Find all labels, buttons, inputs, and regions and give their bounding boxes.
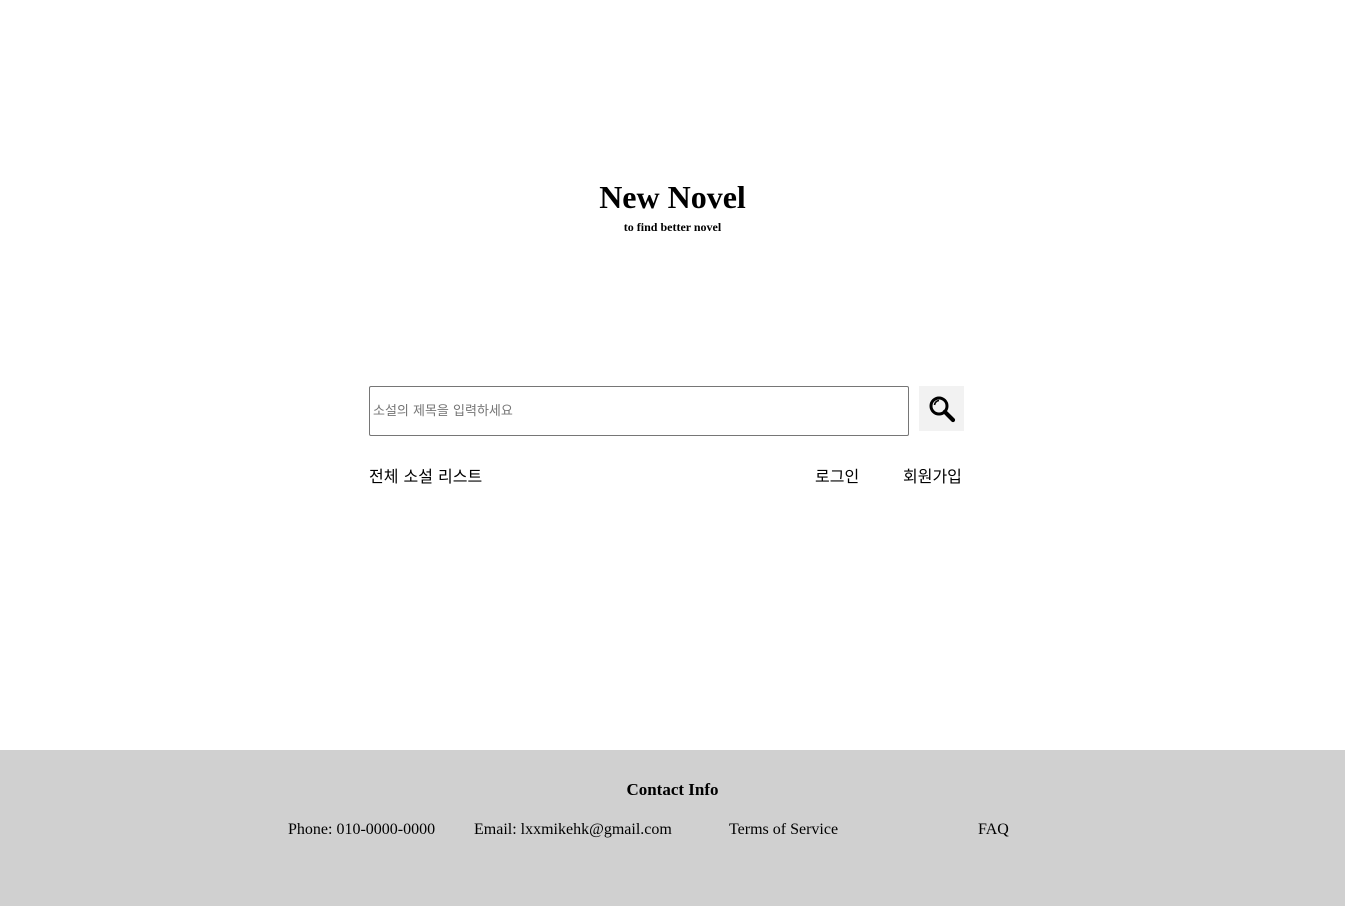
login-link[interactable]: 로그인 — [815, 465, 859, 489]
nav-links: 전체 소설 리스트 로그인 회원가입 — [369, 465, 969, 489]
page: New Novel to find better novel 전체 소설 리스트… — [0, 0, 1345, 906]
search-button[interactable] — [919, 386, 964, 431]
header: New Novel to find better novel — [0, 176, 1345, 234]
faq-link[interactable]: FAQ — [978, 821, 1009, 839]
all-novels-link[interactable]: 전체 소설 리스트 — [369, 465, 482, 489]
site-title: New Novel — [599, 179, 746, 215]
search-icon — [928, 395, 956, 423]
footer-phone: Phone: 010-0000-0000 — [288, 821, 436, 838]
search-input[interactable] — [369, 386, 909, 436]
terms-of-service-link[interactable]: Terms of Service — [729, 821, 838, 839]
footer-email: Email: lxxmikehk@gmail.com — [474, 821, 672, 838]
footer-title: Contact Info — [626, 780, 719, 799]
search-bar — [369, 386, 969, 436]
site-subtitle: to find better novel — [623, 220, 722, 234]
footer: Contact Info Phone: 010-0000-0000 Email:… — [0, 750, 1345, 906]
signup-link[interactable]: 회원가입 — [903, 465, 962, 489]
